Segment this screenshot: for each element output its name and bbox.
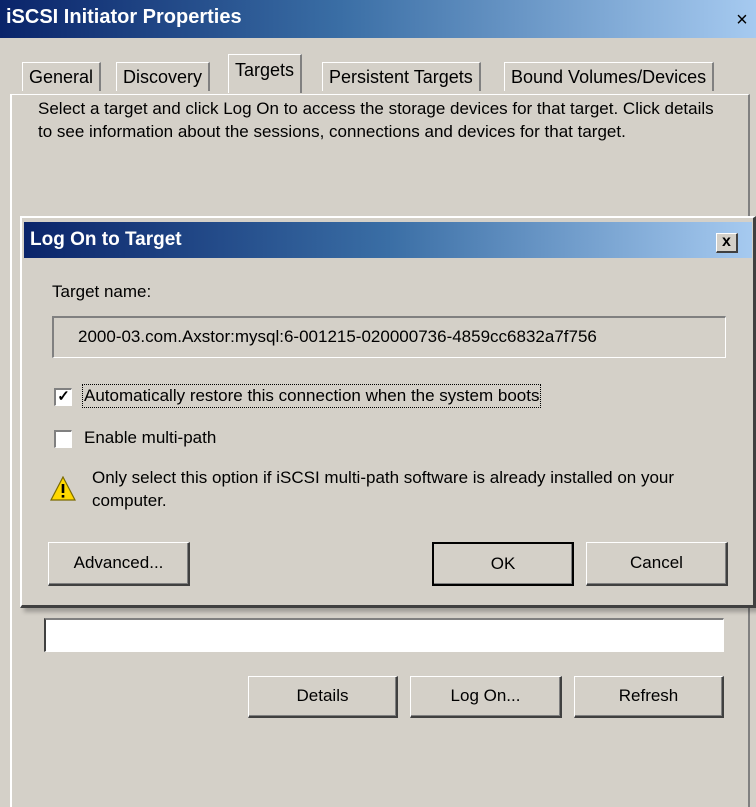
checkmark-icon: ✓ [57, 388, 70, 405]
auto-restore-label[interactable]: Automatically restore this connection wh… [81, 384, 542, 408]
tab-general[interactable]: General [22, 62, 102, 91]
tab-strip: General Discovery Targets Persistent Tar… [0, 52, 756, 98]
outer-window-title: iSCSI Initiator Properties [6, 6, 242, 28]
cancel-button[interactable]: Cancel [586, 542, 728, 586]
advanced-button-label: Advanced... [73, 553, 164, 572]
dialog-close-icon[interactable]: x [716, 233, 738, 253]
ok-button[interactable]: OK [432, 542, 574, 586]
cancel-button-label: Cancel [630, 553, 683, 572]
tab-bound-volumes-devices[interactable]: Bound Volumes/Devices [504, 62, 715, 91]
details-button-label: Details [296, 686, 349, 705]
tab-discovery[interactable]: Discovery [116, 62, 211, 91]
advanced-button[interactable]: Advanced... [48, 542, 190, 586]
log-on-button[interactable]: Log On... [410, 676, 562, 718]
tab-persistent-targets[interactable]: Persistent Targets [322, 62, 481, 91]
dialog-titlebar: Log On to Target x [24, 222, 752, 258]
outer-close-icon[interactable]: × [732, 10, 752, 30]
target-name-label: Target name: [52, 282, 152, 301]
targets-description: Select a target and click Log On to acce… [38, 99, 714, 141]
targets-list[interactable] [44, 618, 724, 652]
tab-label: Discovery [123, 67, 203, 87]
tab-label: General [29, 67, 94, 87]
outer-window-titlebar: iSCSI Initiator Properties × [0, 0, 756, 38]
auto-restore-checkbox[interactable]: ✓ [54, 388, 72, 406]
tab-label: Bound Volumes/Devices [511, 67, 707, 87]
tab-targets[interactable]: Targets [228, 54, 303, 93]
multipath-warning-text: Only select this option if iSCSI multi-p… [92, 468, 675, 510]
dialog-title: Log On to Target [30, 229, 182, 250]
log-on-to-target-dialog: Log On to Target x Target name: 2000-03.… [20, 216, 756, 608]
multipath-checkbox[interactable] [54, 430, 72, 448]
tab-label: Targets [235, 60, 295, 80]
warning-triangle-icon [50, 476, 76, 501]
refresh-button[interactable]: Refresh [574, 676, 724, 718]
refresh-button-label: Refresh [618, 686, 679, 705]
multipath-label[interactable]: Enable multi-path [84, 428, 216, 448]
ok-button-label: OK [490, 554, 516, 573]
log-on-button-label: Log On... [450, 686, 521, 705]
target-name-field[interactable]: 2000-03.com.Axstor:mysql:6-001215-020000… [52, 316, 726, 358]
tab-label: Persistent Targets [329, 67, 473, 87]
details-button[interactable]: Details [248, 676, 398, 718]
